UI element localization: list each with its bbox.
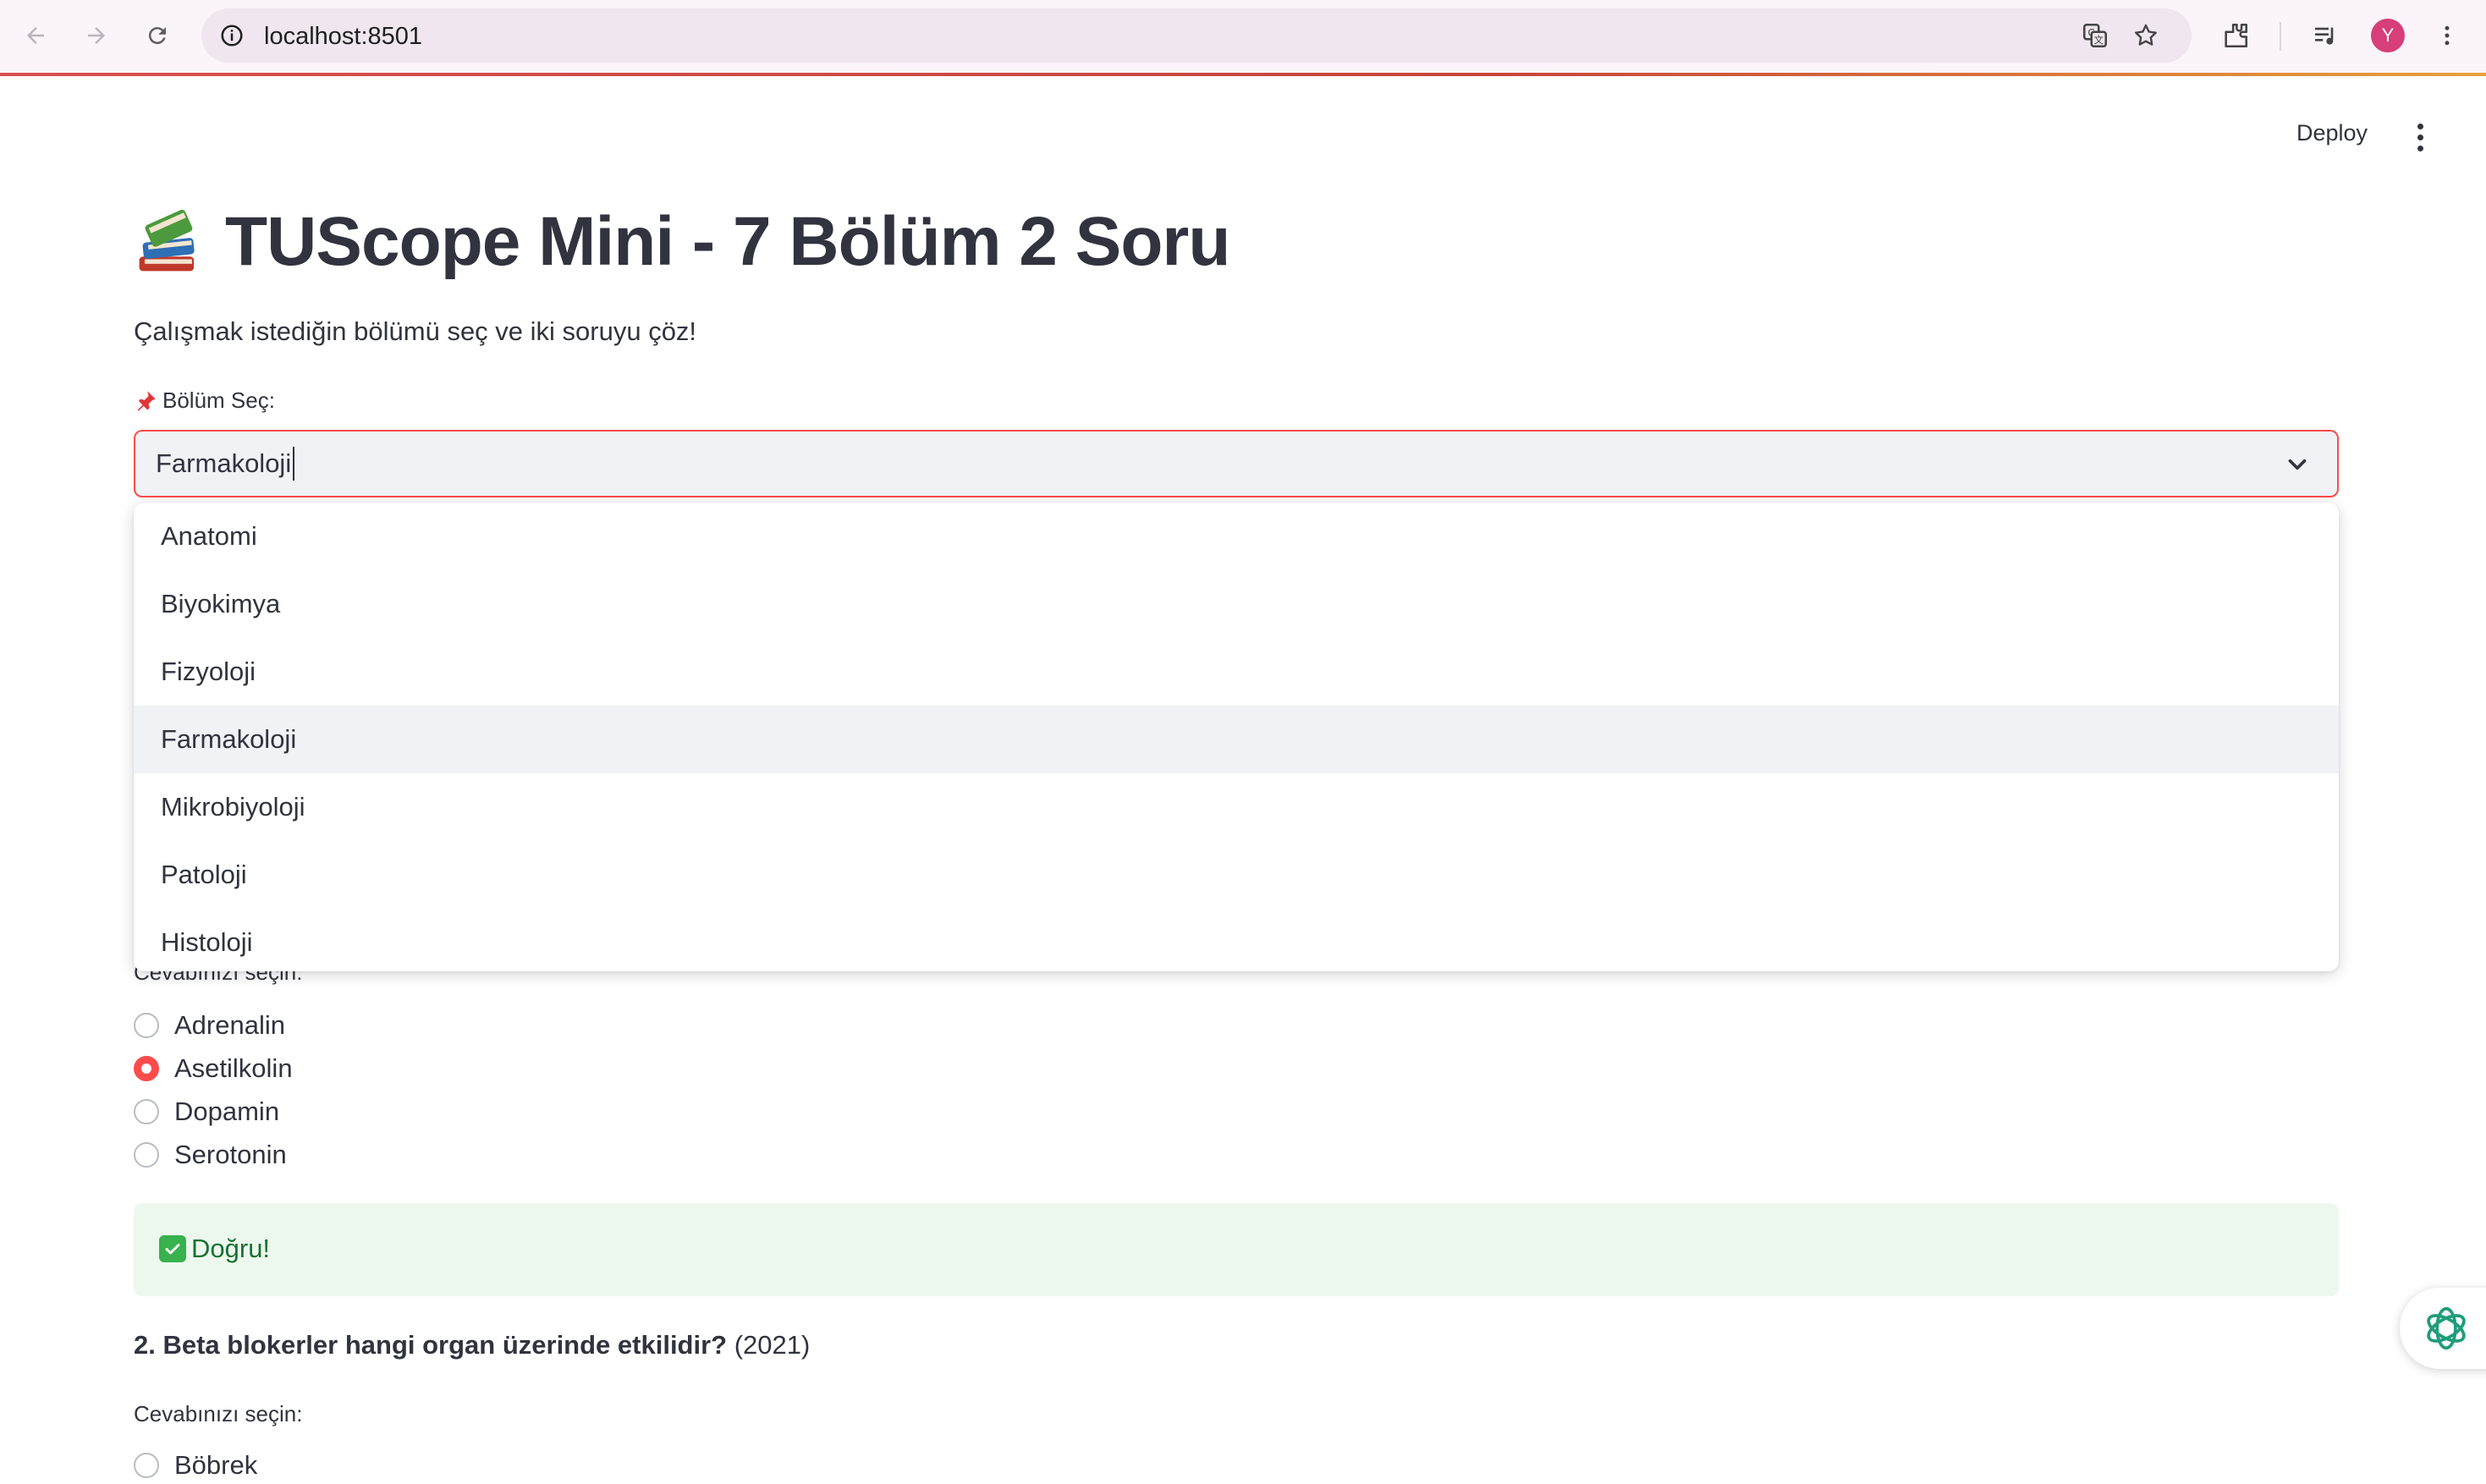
radio-option-q1[interactable]: Asetilkolin <box>134 1053 293 1084</box>
bookmark-star-icon[interactable] <box>2129 19 2163 52</box>
option-biyokimya[interactable]: Biyokimya <box>134 570 2339 638</box>
select-dropdown: Anatomi Biyokimya Fizyoloji Farmakoloji … <box>134 503 2339 971</box>
radio-button[interactable] <box>134 1142 159 1168</box>
app-loading-bar <box>0 73 2486 76</box>
text-caret <box>293 447 294 481</box>
radio-label[interactable]: Adrenalin <box>174 1010 285 1041</box>
profile-avatar[interactable]: Y <box>2371 19 2405 52</box>
radio-option-q1[interactable]: Adrenalin <box>134 1010 285 1041</box>
back-button[interactable] <box>15 15 56 56</box>
answer-label-q2: Cevabınızı seçin: <box>134 1401 303 1426</box>
option-farmakoloji[interactable]: Farmakoloji <box>134 706 2339 773</box>
reload-icon <box>148 27 166 45</box>
option-anatomi[interactable]: Anatomi <box>134 503 2339 570</box>
section-select[interactable]: Farmakoloji <box>134 430 2339 497</box>
assistant-float-button[interactable] <box>2400 1288 2486 1369</box>
intro-text: Çalışmak istediğin bölümü seç ve iki sor… <box>134 316 697 346</box>
question-2: 2. Beta blokerler hangi organ üzerinde e… <box>134 1330 810 1360</box>
browser-menu-icon[interactable] <box>2427 15 2467 56</box>
select-label-text: Bölüm Seç: <box>162 387 275 413</box>
site-info-icon[interactable] <box>215 19 249 52</box>
option-patoloji[interactable]: Patoloji <box>134 841 2339 909</box>
openai-logo-icon <box>2427 1306 2466 1350</box>
radio-button-selected[interactable] <box>134 1056 159 1081</box>
select-label: Bölüm Seç: <box>134 387 275 414</box>
option-histoloji[interactable]: Histoloji <box>134 909 2339 971</box>
radio-option-q1[interactable]: Dopamin <box>134 1097 279 1127</box>
chevron-down-icon[interactable] <box>2283 450 2312 479</box>
arrow-right-icon <box>88 27 105 44</box>
reload-button[interactable] <box>137 15 178 56</box>
radio-option-q1[interactable]: Serotonin <box>134 1140 287 1170</box>
check-mark-icon <box>159 1235 186 1262</box>
option-mikrobiyoloji[interactable]: Mikrobiyoloji <box>134 773 2339 841</box>
extensions-icon[interactable] <box>2215 15 2256 56</box>
radio-label[interactable]: Serotonin <box>174 1140 287 1170</box>
address-bar[interactable]: localhost:8501 G文 <box>201 8 2192 63</box>
title-text: TUScope Mini - 7 Bölüm 2 Soru <box>225 203 1230 280</box>
page-title: TUScope Mini - 7 Bölüm 2 Soru <box>132 191 1230 293</box>
app-menu-icon[interactable] <box>2405 120 2435 154</box>
radio-label[interactable]: Asetilkolin <box>174 1053 293 1084</box>
radio-button[interactable] <box>134 1099 159 1124</box>
browser-toolbar: localhost:8501 G文 Y <box>0 0 2486 76</box>
question-2-year: (2021) <box>734 1330 811 1360</box>
toolbar-divider <box>2280 22 2281 51</box>
books-icon <box>139 209 195 272</box>
question-2-text: 2. Beta blokerler hangi organ üzerinde e… <box>134 1330 728 1360</box>
radio-label[interactable]: Böbrek <box>174 1450 257 1481</box>
success-text: Doğru! <box>191 1234 271 1263</box>
svg-text:文: 文 <box>2094 34 2104 46</box>
option-fizyoloji[interactable]: Fizyoloji <box>134 638 2339 706</box>
pushpin-icon <box>137 390 156 411</box>
translate-icon[interactable]: G文 <box>2078 19 2112 52</box>
deploy-button[interactable]: Deploy <box>2296 120 2368 146</box>
radio-button[interactable] <box>134 1013 159 1038</box>
radio-label[interactable]: Dopamin <box>174 1097 279 1127</box>
success-message: Doğru! <box>159 1234 270 1264</box>
select-value[interactable]: Farmakoloji <box>156 448 291 479</box>
success-alert: Doğru! <box>134 1203 2339 1296</box>
media-controls-icon[interactable] <box>2305 15 2346 56</box>
url-text[interactable]: localhost:8501 <box>264 23 422 51</box>
arrow-left-icon <box>27 27 44 44</box>
radio-option-q2[interactable]: Böbrek <box>134 1450 257 1481</box>
radio-button[interactable] <box>134 1453 159 1478</box>
forward-button[interactable] <box>76 15 117 56</box>
